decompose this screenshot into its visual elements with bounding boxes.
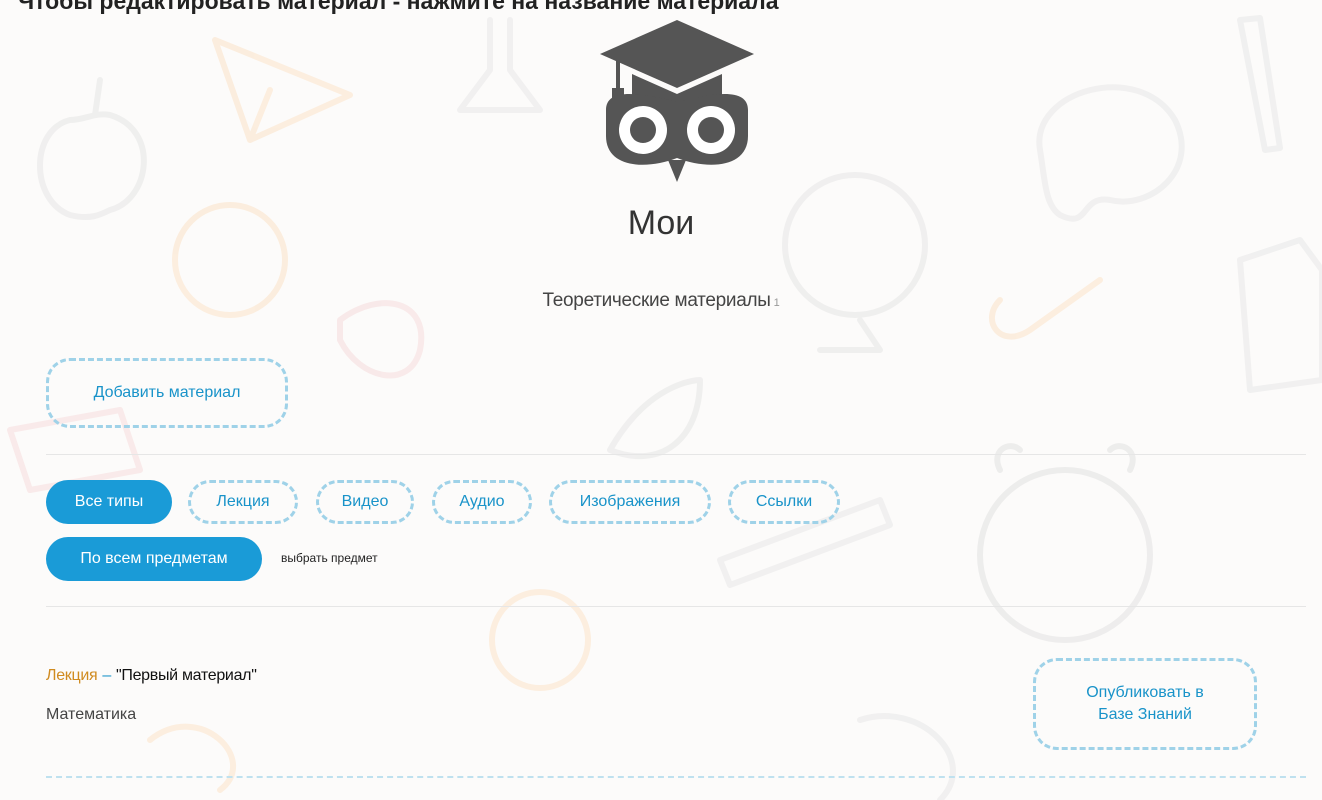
filter-audio[interactable]: Аудио	[432, 480, 532, 524]
filter-video[interactable]: Видео	[316, 480, 414, 524]
publish-to-knowledge-base-button[interactable]: Опубликовать в Базе Знаний	[1033, 658, 1257, 750]
page-title: Мои	[627, 204, 695, 242]
publish-button-label: Опубликовать в Базе Знаний	[1086, 684, 1204, 723]
select-subject-link[interactable]: выбрать предмет	[281, 551, 378, 565]
filter-all-types[interactable]: Все типы	[46, 480, 172, 524]
material-name[interactable]: "Первый материал"	[116, 667, 257, 684]
filter-all-subjects[interactable]: По всем предметам	[46, 537, 262, 581]
filter-images[interactable]: Изображения	[549, 480, 711, 524]
material-row-divider	[46, 776, 1306, 778]
filter-links[interactable]: Ссылки	[728, 480, 840, 524]
divider	[46, 606, 1306, 607]
section-subtitle: Теоретические материалы 1	[0, 290, 1322, 312]
divider	[46, 454, 1306, 455]
filter-lecture[interactable]: Лекция	[188, 480, 298, 524]
materials-count: 1	[773, 297, 780, 309]
material-title-link[interactable]: Лекция – "Первый материал"	[46, 667, 257, 685]
subtitle-text: Теоретические материалы	[542, 290, 771, 311]
add-material-button[interactable]: Добавить материал	[46, 358, 288, 428]
instruction-banner: Чтобы редактировать материал - нажмите н…	[18, 0, 779, 14]
owl-graduation-cap-icon	[600, 20, 754, 182]
material-type-label: Лекция	[46, 667, 98, 684]
material-subject: Математика	[46, 706, 137, 723]
title-separator: –	[102, 667, 111, 684]
